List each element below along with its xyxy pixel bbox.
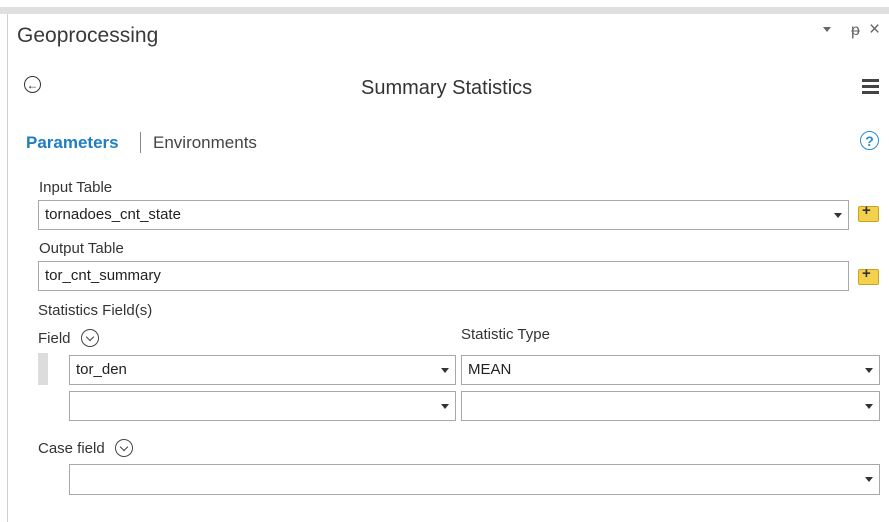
back-arrow-icon[interactable]: ← bbox=[24, 76, 41, 93]
chevron-down-icon[interactable] bbox=[865, 477, 873, 482]
tool-title: Summary Statistics bbox=[361, 77, 533, 99]
chevron-down-icon[interactable] bbox=[865, 368, 873, 373]
chevron-down-icon[interactable] bbox=[81, 329, 99, 347]
chevron-down-icon[interactable] bbox=[115, 439, 133, 457]
pin-icon[interactable]: ᵽ bbox=[851, 22, 860, 40]
hamburger-menu-icon[interactable] bbox=[862, 79, 879, 94]
stat-field-select[interactable]: tor_den bbox=[69, 355, 456, 385]
browse-folder-icon[interactable]: + bbox=[858, 266, 879, 285]
tab-parameters[interactable]: Parameters bbox=[26, 133, 119, 153]
chevron-down-icon[interactable] bbox=[441, 404, 449, 409]
browse-folder-icon[interactable]: + bbox=[858, 203, 879, 222]
pane-left-border bbox=[7, 14, 8, 522]
window-top-border bbox=[0, 7, 889, 14]
stat-type-value: MEAN bbox=[468, 361, 512, 378]
pane-options-dropdown-icon[interactable] bbox=[823, 27, 831, 32]
chevron-down-icon[interactable] bbox=[865, 404, 873, 409]
statistics-fields-label: Statistics Field(s) bbox=[38, 302, 153, 319]
help-icon[interactable]: ? bbox=[860, 131, 879, 150]
output-table-field[interactable]: tor_cnt_summary bbox=[38, 261, 849, 291]
stat-field-select[interactable] bbox=[69, 391, 456, 421]
output-table-label: Output Table bbox=[39, 240, 124, 257]
case-field-select[interactable] bbox=[69, 464, 880, 495]
statistic-type-column-label: Statistic Type bbox=[461, 326, 550, 343]
stat-type-select[interactable] bbox=[461, 391, 880, 421]
row-drag-handle[interactable] bbox=[38, 353, 48, 385]
input-table-field[interactable]: tornadoes_cnt_state bbox=[38, 200, 849, 230]
case-field-label: Case field bbox=[38, 440, 105, 457]
output-table-value: tor_cnt_summary bbox=[45, 267, 161, 284]
chevron-down-icon[interactable] bbox=[834, 213, 842, 218]
tab-environments[interactable]: Environments bbox=[153, 133, 257, 153]
pane-title: Geoprocessing bbox=[17, 24, 159, 47]
close-icon[interactable]: × bbox=[869, 19, 880, 41]
field-column-label: Field bbox=[38, 330, 71, 347]
input-table-value: tornadoes_cnt_state bbox=[45, 206, 181, 223]
stat-type-select[interactable]: MEAN bbox=[461, 355, 880, 385]
tab-separator bbox=[140, 132, 141, 153]
stat-field-value: tor_den bbox=[76, 361, 127, 378]
chevron-down-icon[interactable] bbox=[441, 368, 449, 373]
input-table-label: Input Table bbox=[39, 179, 113, 196]
